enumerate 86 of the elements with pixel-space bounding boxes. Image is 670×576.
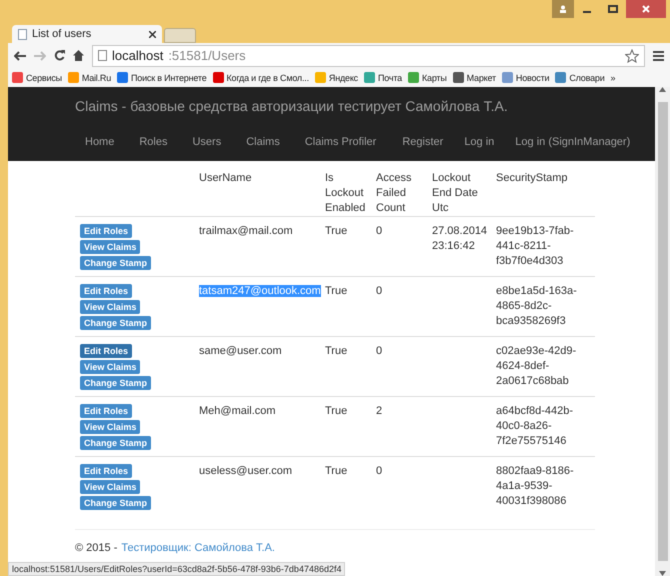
scrollbar[interactable] — [655, 87, 670, 576]
table-cell: Meh@mail.com — [199, 405, 276, 417]
address-field[interactable]: localhost :51581/Users — [92, 44, 645, 66]
action-button[interactable]: Edit Roles — [80, 284, 132, 298]
table-cell-text: c02ae93e-42d9-4624-8def-2a0617c68bab — [496, 344, 578, 389]
action-button[interactable]: View Claims — [80, 480, 140, 494]
star-icon[interactable] — [625, 48, 639, 62]
bookmark-icon — [364, 72, 375, 83]
bookmark-icon — [408, 72, 419, 83]
table-cell: tatsam247@outlook.com — [199, 285, 321, 297]
action-button[interactable]: View Claims — [80, 240, 140, 254]
nav-link[interactable]: Users — [192, 136, 222, 148]
browser-tab[interactable]: List of users — [12, 25, 162, 43]
bookmark-item[interactable]: Маркет — [452, 72, 496, 83]
table-cell-text: True — [325, 464, 348, 479]
table-cell-text: 0 — [376, 344, 384, 359]
bookmark-icon — [314, 72, 326, 83]
action-button[interactable]: View Claims — [80, 300, 140, 314]
table-cell-text: 8802faa9-8186-4a1a-9539-40031f398086 — [496, 464, 575, 509]
bookmark-icon — [502, 72, 513, 83]
table-cell-text: True — [325, 344, 348, 359]
close-icon[interactable] — [149, 30, 156, 38]
table-cell: useless@user.com — [199, 465, 292, 477]
table-cell-text: a64bcf8d-442b-40c0-8a26-7f2e75575146 — [496, 404, 574, 449]
bookmark-item[interactable]: Новости — [502, 72, 550, 83]
table-cell-text: 2 — [376, 404, 384, 419]
bookmark-item[interactable]: Яндекс — [314, 72, 358, 83]
footer-link[interactable]: Тестировщик: Самойлова Т.А. — [121, 542, 275, 554]
table-cell-text: 9ee19b13-7fab-441c-8211-f3b7f0e4d303 — [496, 224, 575, 269]
copyright-text: © 2015 - — [75, 542, 118, 554]
status-url: localhost:51581/Users/EditRoles?userId=63cd8a2f-5b56-478f-93b6-7db47486d2f4 — [8, 562, 346, 576]
action-button[interactable]: Change Stamp — [80, 316, 152, 330]
action-button[interactable]: Change Stamp — [80, 496, 152, 510]
column-header: Access Failed Count — [376, 171, 412, 216]
column-header: UserName — [199, 171, 253, 186]
table-cell-text: 0 — [376, 284, 384, 299]
action-button[interactable]: Change Stamp — [80, 256, 152, 270]
table-cell-text: 27.08.2014 23:16:42 — [432, 224, 488, 254]
table-cell: trailmax@mail.com — [199, 225, 293, 237]
bookmark-icon — [68, 72, 79, 83]
nav-link[interactable]: Claims Profiler — [304, 136, 376, 148]
column-header: SecurityStamp — [496, 171, 569, 186]
nav-link[interactable]: Claims — [246, 136, 280, 148]
bookmark-item[interactable]: Mail.Ru — [68, 72, 111, 83]
bookmark-item[interactable]: Поиск в Интернете — [117, 72, 206, 83]
page-icon — [98, 50, 107, 61]
bookmark-item[interactable]: Когда и где в Смол... — [212, 72, 309, 83]
more-bookmarks[interactable]: » — [610, 72, 616, 82]
action-button[interactable]: Change Stamp — [80, 436, 152, 450]
nav-link[interactable]: Home — [85, 136, 114, 148]
site-title[interactable]: Claims - базовые средства авторизации тестирует Самойлова Т.А. — [75, 87, 655, 125]
scroll-down-icon[interactable] — [659, 571, 666, 576]
bookmark-item[interactable]: Словари — [555, 72, 605, 83]
table-cell-text: 0 — [376, 224, 384, 239]
menu-icon[interactable] — [653, 50, 664, 60]
bookmark-icon — [12, 72, 23, 83]
column-header: Is Lockout Enabled — [325, 171, 366, 216]
bookmark-item[interactable]: Карты — [408, 72, 447, 83]
bookmark-item[interactable]: Почта — [364, 72, 402, 83]
back-icon[interactable] — [14, 50, 26, 60]
nav-link[interactable]: Log in (SignInManager) — [515, 136, 630, 148]
bookmark-item[interactable]: Сервисы — [12, 72, 62, 83]
action-button[interactable]: Edit Roles — [80, 404, 132, 418]
column-header: Lockout End Date Utc — [432, 171, 479, 216]
table-cell-text: e8be1a5d-163a-4865-8d2c-bca9358269f3 — [496, 284, 578, 329]
bookmark-icon — [212, 72, 224, 83]
table-cell-text: True — [325, 224, 348, 239]
action-button[interactable]: View Claims — [80, 420, 140, 434]
action-button[interactable]: Edit Roles — [80, 224, 132, 238]
table-cell-text: True — [325, 284, 348, 299]
action-button[interactable]: Edit Roles — [80, 344, 132, 358]
nav-link[interactable]: Log in — [464, 136, 494, 148]
bookmark-icon — [555, 72, 566, 83]
nav-link[interactable]: Register — [402, 136, 444, 148]
home-icon[interactable] — [73, 50, 84, 61]
bookmark-icon — [452, 72, 464, 83]
bookmark-icon — [117, 72, 128, 83]
action-button[interactable]: Edit Roles — [80, 464, 132, 478]
nav-link[interactable]: Roles — [139, 136, 168, 148]
action-button[interactable]: Change Stamp — [80, 376, 152, 390]
action-button[interactable]: View Claims — [80, 360, 140, 374]
table-cell: same@user.com — [199, 345, 282, 357]
table-cell-text: True — [325, 404, 348, 419]
page-icon — [18, 28, 27, 40]
table-cell-text: 0 — [376, 464, 384, 479]
reload-icon[interactable] — [54, 50, 65, 61]
